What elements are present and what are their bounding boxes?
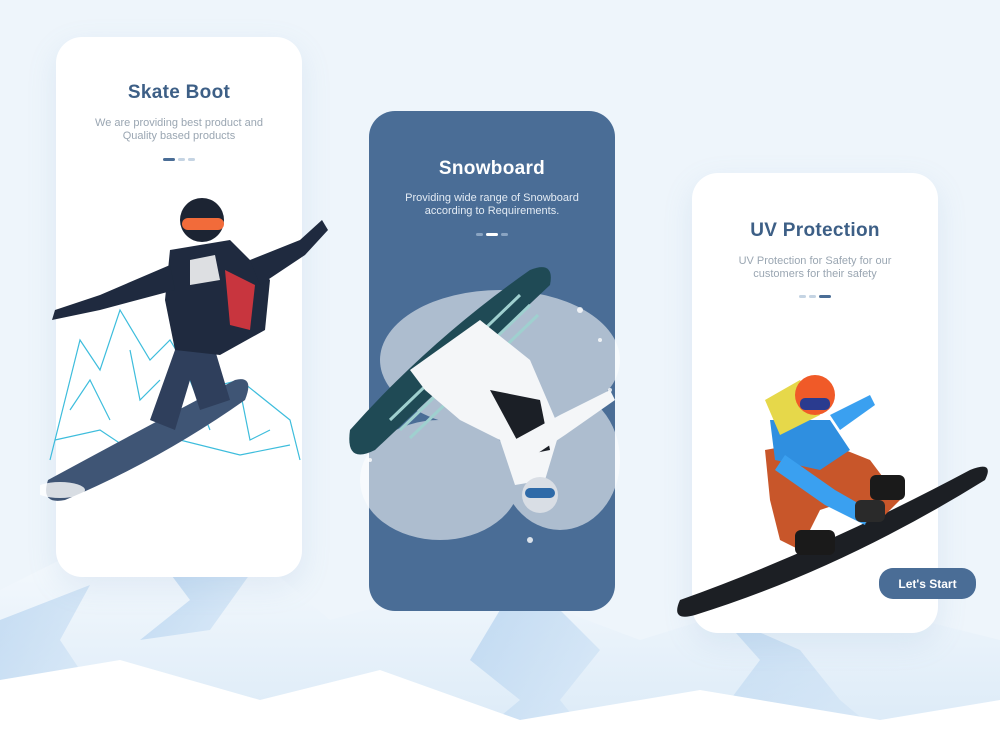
page-indicator — [369, 233, 615, 236]
page-dot-active — [819, 295, 831, 298]
snowboarder-jumping-icon — [40, 198, 328, 501]
page-dot — [188, 158, 195, 161]
card-description: UV Protection for Safety for our custome… — [738, 255, 892, 280]
card-description: Providing wide range of Snowboard accord… — [405, 192, 579, 217]
page-dot-active — [486, 233, 498, 236]
page-dot-active — [163, 158, 175, 161]
snowboarder-flip-icon — [349, 267, 620, 543]
card-title: UV Protection — [750, 220, 880, 241]
card-description: We are providing best product and Qualit… — [95, 117, 263, 142]
page-dot — [476, 233, 483, 236]
page-indicator — [692, 295, 938, 298]
onboarding-showcase: Skate Boot We are providing best product… — [0, 0, 1000, 750]
page-dot — [799, 295, 806, 298]
lets-start-button[interactable]: Let's Start — [879, 568, 976, 599]
card-title: Snowboard — [438, 158, 546, 179]
card-title: Skate Boot — [127, 82, 231, 103]
page-dot — [501, 233, 508, 236]
page-dot — [178, 158, 185, 161]
page-dot — [809, 295, 816, 298]
page-indicator — [56, 158, 302, 161]
